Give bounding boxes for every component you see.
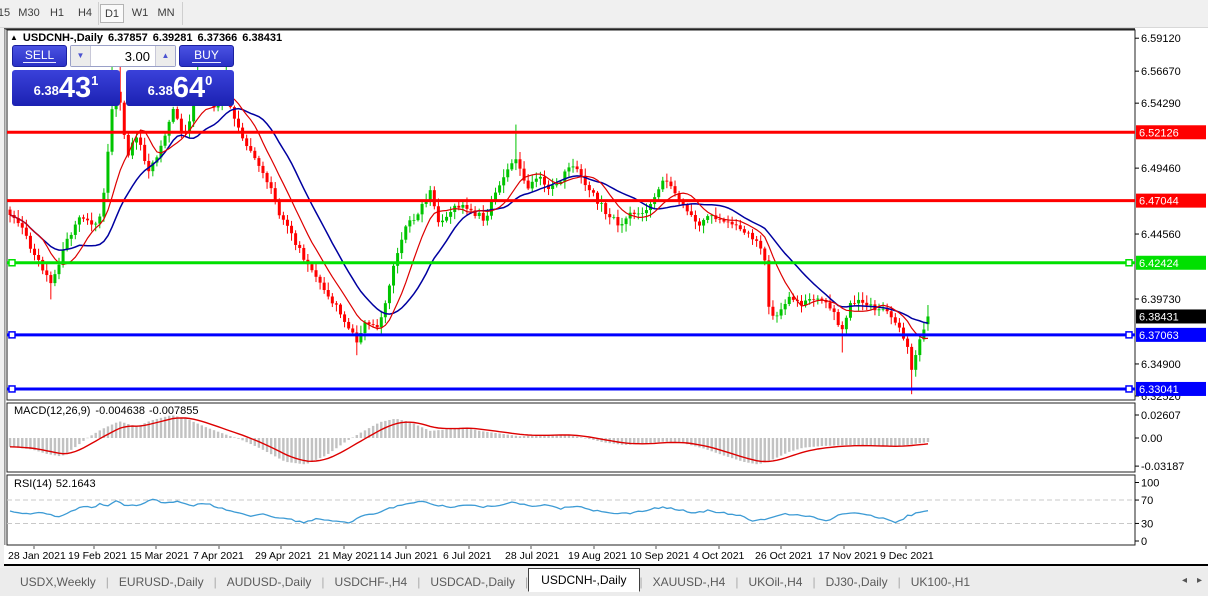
horizontal-lines-layer[interactable] bbox=[7, 130, 1135, 393]
price-tick-label: 6.56670 bbox=[1141, 66, 1181, 78]
toolbar-separator bbox=[182, 2, 183, 25]
hline-price-badge: 6.37063 bbox=[1139, 330, 1179, 342]
hline-handle[interactable] bbox=[8, 385, 16, 393]
macd-tick-label: 0.00 bbox=[1141, 433, 1162, 445]
price-tick-label: 6.34900 bbox=[1141, 359, 1181, 371]
chart-canvas: 6.59120 6.56670 6.54290 6.49460 6.44560 6.397… bbox=[4, 28, 1206, 562]
price-tick-label: 6.54290 bbox=[1141, 98, 1181, 110]
price-tick-label: 6.44560 bbox=[1141, 229, 1181, 241]
macd-indicator-label: MACD(12,26,9) -0.004638 -0.007855 bbox=[14, 405, 199, 417]
volume-spinner: ▼ 3.00 ▲ bbox=[70, 45, 176, 67]
tab-usdcad-daily[interactable]: USDCAD-,Daily bbox=[420, 572, 525, 592]
bid-price-display: 6.38431 bbox=[12, 70, 120, 106]
sell-button[interactable]: SELL bbox=[12, 45, 67, 67]
date-label: 6 Jul 2021 bbox=[443, 550, 492, 562]
rsi-indicator-label: RSI(14) 52.1643 bbox=[14, 478, 96, 490]
date-label: 21 May 2021 bbox=[318, 550, 379, 562]
date-label: 7 Apr 2021 bbox=[193, 550, 244, 562]
tab-audusd-daily[interactable]: AUDUSD-,Daily bbox=[217, 572, 322, 592]
price-tick-label: 6.59120 bbox=[1141, 33, 1181, 45]
timeframe-button-mn[interactable]: MN bbox=[153, 4, 179, 23]
timeframe-button-d1[interactable]: D1 bbox=[100, 4, 124, 23]
ask-price-display: 6.38640 bbox=[126, 70, 234, 106]
date-label: 14 Jun 2021 bbox=[380, 550, 438, 562]
hline-price-badge: 6.33041 bbox=[1139, 384, 1179, 396]
date-axis: 28 Jan 2021 19 Feb 2021 15 Mar 2021 7 Apr 2… bbox=[8, 546, 934, 562]
hline-handle[interactable] bbox=[1125, 385, 1133, 393]
toolbar-separator bbox=[98, 2, 99, 25]
tab-dj30-daily[interactable]: DJ30-,Daily bbox=[816, 572, 898, 592]
hline-handle[interactable] bbox=[8, 259, 16, 267]
hline-price-badge: 6.42424 bbox=[1139, 258, 1179, 270]
tab-usdchf-h4[interactable]: USDCHF-,H4 bbox=[325, 572, 418, 592]
collapse-indicator-icon[interactable]: ▲ bbox=[10, 33, 18, 42]
rsi-tick-label: 70 bbox=[1141, 495, 1153, 507]
price-axis: 6.59120 6.56670 6.54290 6.49460 6.44560 6.397… bbox=[1135, 33, 1206, 548]
chart-window: 6.59120 6.56670 6.54290 6.49460 6.44560 6.397… bbox=[4, 28, 1208, 566]
last-price-badge: 6.38431 bbox=[1139, 311, 1179, 323]
volume-increase-icon[interactable]: ▲ bbox=[155, 46, 175, 66]
ohlc-high: 6.39281 bbox=[152, 32, 193, 44]
date-label: 10 Sep 2021 bbox=[630, 550, 690, 562]
macd-layer bbox=[8, 415, 930, 465]
hline-handle[interactable] bbox=[8, 331, 16, 339]
rsi-panel-frame bbox=[6, 474, 1136, 546]
tab-eurusd-daily[interactable]: EURUSD-,Daily bbox=[109, 572, 214, 592]
rsi-tick-label: 30 bbox=[1141, 518, 1153, 530]
tab-usdcnh-daily[interactable]: USDCNH-,Daily bbox=[528, 568, 640, 592]
price-tick-label: 6.49460 bbox=[1141, 163, 1181, 175]
timeframe-button-h4[interactable]: H4 bbox=[74, 4, 96, 23]
date-label: 19 Feb 2021 bbox=[68, 550, 127, 562]
timeframe-button-15[interactable]: 15 bbox=[0, 4, 12, 23]
buy-button[interactable]: BUY bbox=[179, 45, 234, 67]
volume-decrease-icon[interactable]: ▼ bbox=[71, 46, 91, 66]
macd-tick-label: -0.03187 bbox=[1141, 461, 1184, 473]
ohlc-open: 6.37857 bbox=[108, 32, 148, 44]
tab-usdx-weekly[interactable]: USDX,Weekly bbox=[10, 572, 106, 592]
date-label: 29 Apr 2021 bbox=[255, 550, 312, 562]
hline-handle[interactable] bbox=[1125, 331, 1133, 339]
date-label: 28 Jul 2021 bbox=[505, 550, 559, 562]
chart-symbol-label: USDCNH-,Daily bbox=[22, 32, 103, 44]
date-label: 19 Aug 2021 bbox=[568, 550, 627, 562]
tab-xauusd-h4[interactable]: XAUUSD-,H4 bbox=[643, 572, 736, 592]
tabs-scroll-right-icon[interactable]: ▸ bbox=[1197, 575, 1202, 586]
rsi-tick-label: 100 bbox=[1141, 478, 1159, 490]
timeframe-button-m30[interactable]: M30 bbox=[16, 4, 42, 23]
hline-price-badge: 6.52126 bbox=[1139, 127, 1179, 139]
chart-tab-bar: USDX,Weekly | EURUSD-,Daily | AUDUSD-,Daily |… bbox=[0, 568, 1208, 596]
ohlc-low: 6.37366 bbox=[197, 32, 238, 44]
date-label: 17 Nov 2021 bbox=[818, 550, 878, 562]
rsi-layer bbox=[7, 498, 1135, 524]
one-click-trading-panel: SELL ▼ 3.00 ▲ BUY 6.38431 6.38640 bbox=[12, 45, 234, 106]
date-label: 26 Oct 2021 bbox=[755, 550, 812, 562]
chart-title: ▲ USDCNH-,Daily 6.37857 6.39281 6.37366 6.384… bbox=[10, 32, 282, 44]
timeframe-button-h1[interactable]: H1 bbox=[46, 4, 68, 23]
date-label: 9 Dec 2021 bbox=[880, 550, 934, 562]
tabs-scroll-left-icon[interactable]: ◂ bbox=[1182, 575, 1187, 586]
date-label: 15 Mar 2021 bbox=[130, 550, 189, 562]
hline-price-badge: 6.47044 bbox=[1139, 196, 1179, 208]
macd-tick-label: 0.02607 bbox=[1141, 410, 1181, 422]
price-tick-label: 6.39730 bbox=[1141, 294, 1181, 306]
tab-ukoil-h4[interactable]: UKOil-,H4 bbox=[738, 572, 812, 592]
ohlc-close: 6.38431 bbox=[242, 32, 283, 44]
date-label: 28 Jan 2021 bbox=[8, 550, 66, 562]
timeframe-button-w1[interactable]: W1 bbox=[128, 4, 152, 23]
rsi-tick-label: 0 bbox=[1141, 536, 1147, 548]
tab-uk100-h1[interactable]: UK100-,H1 bbox=[901, 572, 980, 592]
hline-handle[interactable] bbox=[1125, 259, 1133, 267]
timeframe-toolbar: 15 M30 H1 H4 D1 W1 MN bbox=[0, 0, 1208, 28]
volume-input[interactable]: 3.00 bbox=[91, 46, 155, 66]
date-label: 4 Oct 2021 bbox=[693, 550, 745, 562]
